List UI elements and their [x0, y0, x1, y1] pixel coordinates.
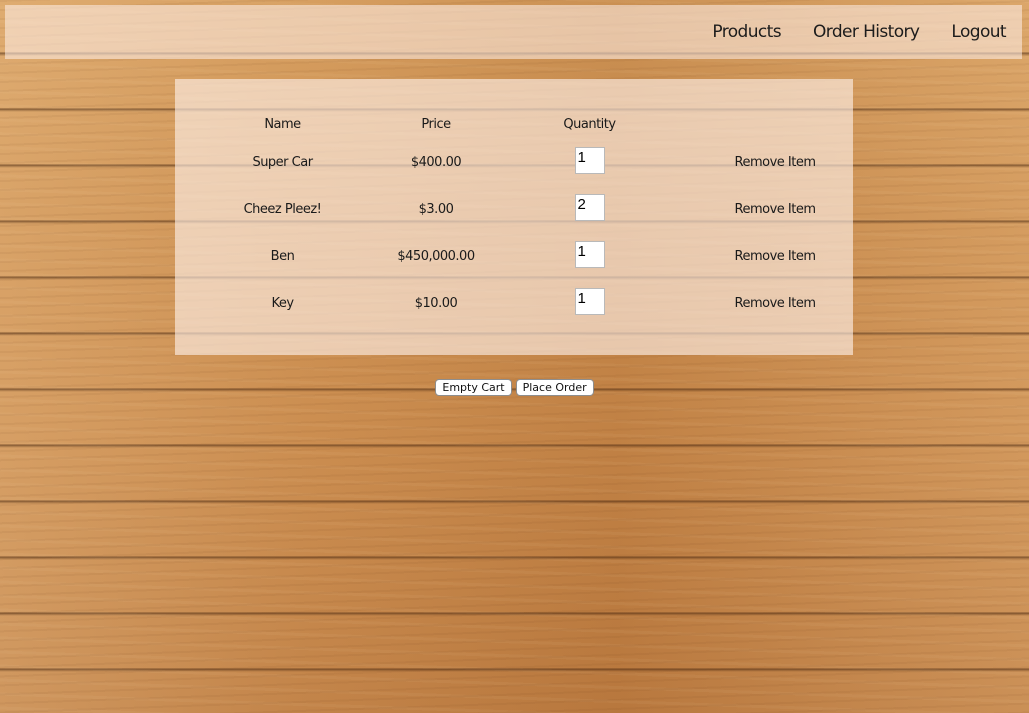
item-name: Ben — [270, 249, 295, 264]
remove-item-link[interactable]: Remove Item — [697, 139, 853, 186]
top-navbar: Products Order History Logout — [5, 5, 1022, 59]
cart-table: Name Price Quantity Super Car $400.00 Re… — [175, 79, 853, 327]
quantity-input[interactable] — [574, 241, 605, 268]
remove-item-link[interactable]: Remove Item — [697, 280, 853, 327]
remove-item-link[interactable]: Remove Item — [697, 233, 853, 280]
item-price: $3.00 — [418, 202, 454, 217]
nav-products-link[interactable]: Products — [712, 22, 781, 42]
item-price: $400.00 — [410, 155, 462, 170]
item-price: $10.00 — [414, 296, 458, 311]
quantity-input[interactable] — [574, 288, 605, 315]
item-name: Key — [271, 296, 294, 311]
quantity-input[interactable] — [574, 147, 605, 174]
column-header-remove — [697, 79, 853, 139]
column-header-quantity: Quantity — [563, 116, 616, 132]
cart-panel: Name Price Quantity Super Car $400.00 Re… — [175, 79, 853, 355]
cart-row: Super Car $400.00 Remove Item — [175, 139, 853, 186]
cart-actions: Empty Cart Place Order — [0, 379, 1029, 396]
column-header-price: Price — [421, 116, 451, 132]
cart-header-row: Name Price Quantity — [175, 79, 853, 139]
item-name: Super Car — [252, 155, 313, 170]
empty-cart-button[interactable]: Empty Cart — [435, 379, 512, 396]
place-order-button[interactable]: Place Order — [515, 379, 594, 396]
nav-logout-link[interactable]: Logout — [951, 22, 1006, 42]
item-name: Cheez Pleez! — [243, 202, 322, 217]
item-price: $450,000.00 — [397, 249, 475, 264]
item-quantity-cell — [482, 280, 697, 327]
remove-item-link[interactable]: Remove Item — [697, 186, 853, 233]
item-quantity-cell — [482, 186, 697, 233]
nav-order-history-link[interactable]: Order History — [813, 22, 920, 42]
cart-row: Ben $450,000.00 Remove Item — [175, 233, 853, 280]
quantity-input[interactable] — [574, 194, 605, 221]
item-quantity-cell — [482, 233, 697, 280]
item-quantity-cell — [482, 139, 697, 186]
cart-row: Cheez Pleez! $3.00 Remove Item — [175, 186, 853, 233]
column-header-name: Name — [264, 116, 301, 132]
cart-row: Key $10.00 Remove Item — [175, 280, 853, 327]
